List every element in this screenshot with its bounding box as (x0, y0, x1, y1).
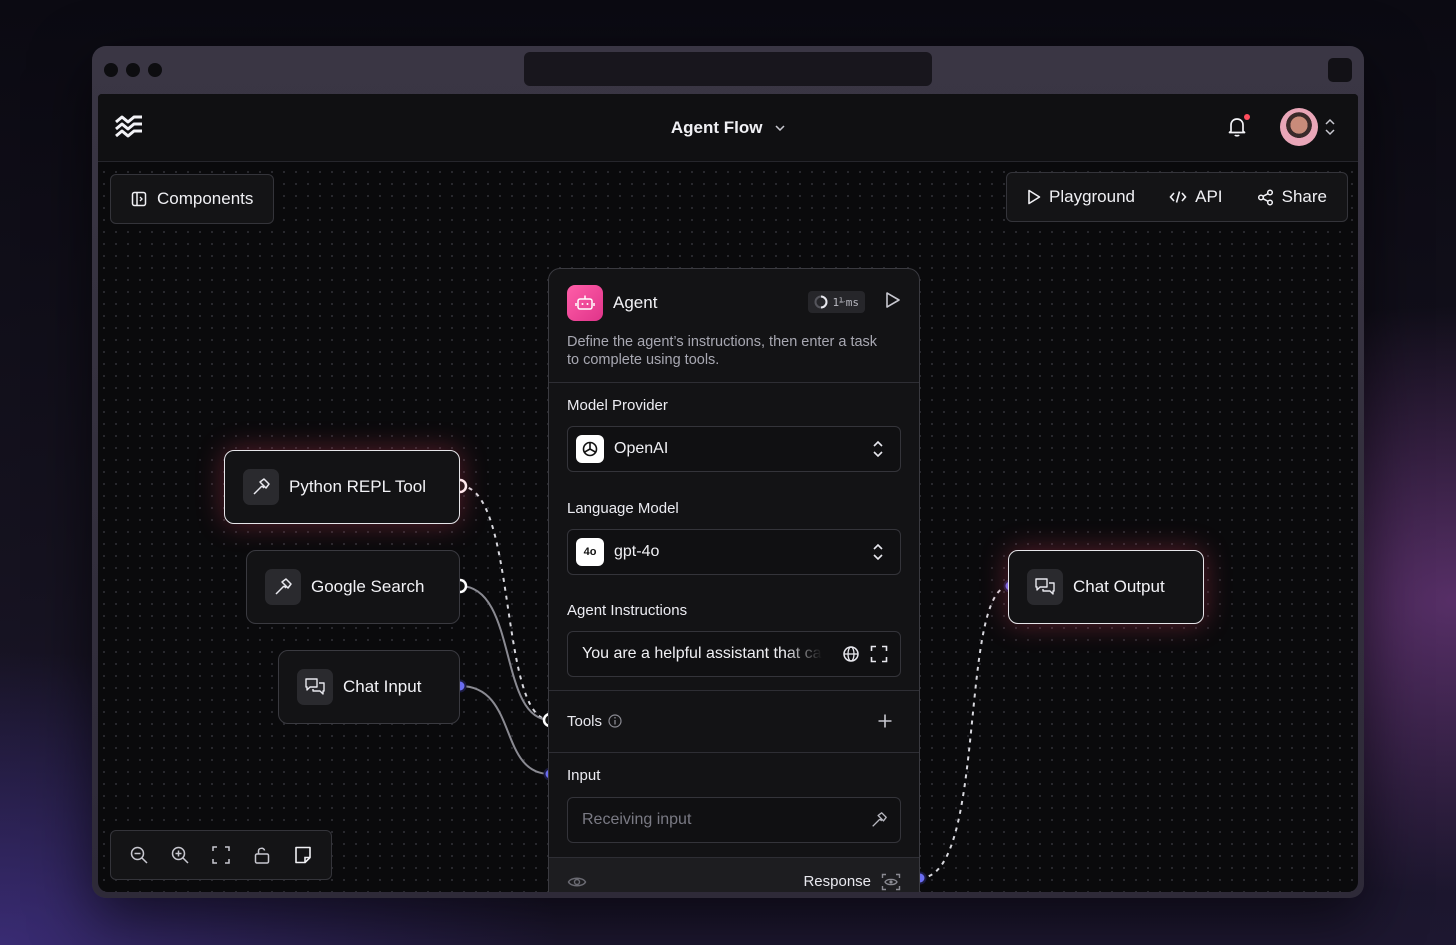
edge-google-to-tools (459, 585, 551, 721)
run-timer: 1⅟ms (807, 291, 865, 313)
api-label: API (1195, 187, 1223, 206)
response-output[interactable]: Response (803, 873, 901, 891)
components-button[interactable]: Components (110, 174, 274, 224)
node-python-repl-label: Python REPL Tool (289, 477, 427, 496)
node-chat-input[interactable]: Chat Input (278, 650, 460, 724)
expand-icon[interactable] (870, 645, 888, 663)
agent-title: Agent (613, 293, 658, 312)
edge-chatin-to-input (459, 685, 551, 775)
language-model-label: Language Model (567, 500, 679, 517)
run-timer-text: 1⅟ms (832, 295, 860, 309)
api-button[interactable]: API (1169, 187, 1223, 207)
flow-title[interactable]: Agent Flow (98, 118, 1358, 138)
plus-icon[interactable] (877, 713, 893, 729)
node-agent[interactable]: Agent 1⅟ms Define the agent’s instructio… (548, 268, 920, 892)
chevron-updown-icon (873, 440, 883, 458)
lock-icon[interactable] (252, 845, 272, 865)
window-controls (104, 63, 162, 77)
hammer-icon[interactable] (870, 811, 888, 829)
hammer-icon (243, 469, 279, 505)
input-label: Input (567, 767, 601, 784)
window-button[interactable] (1328, 58, 1352, 82)
divider (549, 690, 919, 691)
flow-title-text: Agent Flow (670, 118, 763, 137)
agent-header: Agent 1⅟ms (567, 283, 901, 323)
chevron-updown-icon[interactable] (1324, 118, 1336, 136)
input-placeholder: Receiving input (582, 811, 692, 828)
top-bar: Agent Flow (98, 94, 1358, 162)
components-label: Components (157, 189, 254, 208)
url-bar[interactable] (524, 52, 932, 86)
avatar[interactable] (1280, 108, 1318, 146)
input-field[interactable]: Receiving input (567, 797, 901, 843)
response-label: Response (803, 873, 871, 890)
node-chat-input-label: Chat Input (343, 677, 422, 696)
code-icon (1169, 191, 1187, 203)
agent-instructions-label: Agent Instructions (567, 602, 688, 619)
canvas-controls (110, 830, 332, 880)
agent-instructions-value: You are a helpful assistant that can use… (582, 645, 822, 662)
model-provider-select[interactable]: OpenAI (567, 426, 901, 472)
play-icon[interactable] (885, 291, 901, 309)
model-provider-label: Model Provider (567, 397, 668, 414)
zoom-in-icon[interactable] (170, 845, 190, 865)
notification-dot (1244, 114, 1250, 120)
share-button[interactable]: Share (1257, 187, 1327, 207)
hammer-icon (265, 569, 301, 605)
language-model-value: gpt-4o (614, 543, 660, 560)
app-canvas[interactable]: Agent Flow Components Playground API Sha… (98, 94, 1358, 892)
agent-description: Define the agent’s instructions, then en… (567, 334, 878, 368)
fit-view-icon[interactable] (211, 845, 231, 865)
chevron-updown-icon (873, 543, 883, 561)
node-chat-output[interactable]: Chat Output (1008, 550, 1204, 624)
share-label: Share (1281, 187, 1327, 206)
sidebar-icon (131, 191, 147, 207)
divider (549, 752, 919, 753)
maximize-dot[interactable] (148, 63, 162, 77)
node-google-search-label: Google Search (311, 577, 425, 596)
language-model-select[interactable]: 4o gpt-4o (567, 529, 901, 575)
tools-label: Tools (567, 712, 603, 730)
browser-window: Agent Flow Components Playground API Sha… (92, 46, 1364, 898)
globe-icon[interactable] (842, 645, 860, 663)
playground-label: Playground (1049, 187, 1136, 206)
note-icon[interactable] (293, 845, 313, 865)
minimize-dot[interactable] (126, 63, 140, 77)
node-google-search[interactable]: Google Search (246, 550, 460, 624)
node-chat-output-label: Chat Output (1073, 577, 1165, 596)
eye-icon[interactable] (567, 875, 587, 889)
divider (549, 382, 919, 383)
share-icon (1257, 188, 1273, 206)
chevron-down-icon (775, 125, 785, 131)
agent-instructions-input[interactable]: You are a helpful assistant that can use… (567, 631, 901, 677)
info-icon[interactable] (608, 714, 622, 728)
edge-response-to-chatout (919, 585, 1011, 879)
node-python-repl[interactable]: Python REPL Tool (224, 450, 460, 524)
zoom-out-icon[interactable] (129, 845, 149, 865)
chat-icon (297, 669, 333, 705)
spinner-icon (814, 295, 827, 309)
edge-python-to-tools (459, 485, 551, 721)
play-icon (1028, 189, 1041, 205)
robot-icon (567, 285, 603, 321)
playground-button[interactable]: Playground (1027, 187, 1135, 207)
model-provider-value: OpenAI (614, 440, 669, 457)
openai-icon (576, 435, 604, 463)
close-dot[interactable] (104, 63, 118, 77)
action-bar: Playground API Share (1006, 172, 1348, 222)
model-badge: 4o (576, 538, 604, 566)
tools-row: Tools (567, 709, 893, 733)
inspect-icon[interactable] (881, 873, 901, 891)
chat-icon (1027, 569, 1063, 605)
agent-footer: Response (549, 857, 919, 892)
